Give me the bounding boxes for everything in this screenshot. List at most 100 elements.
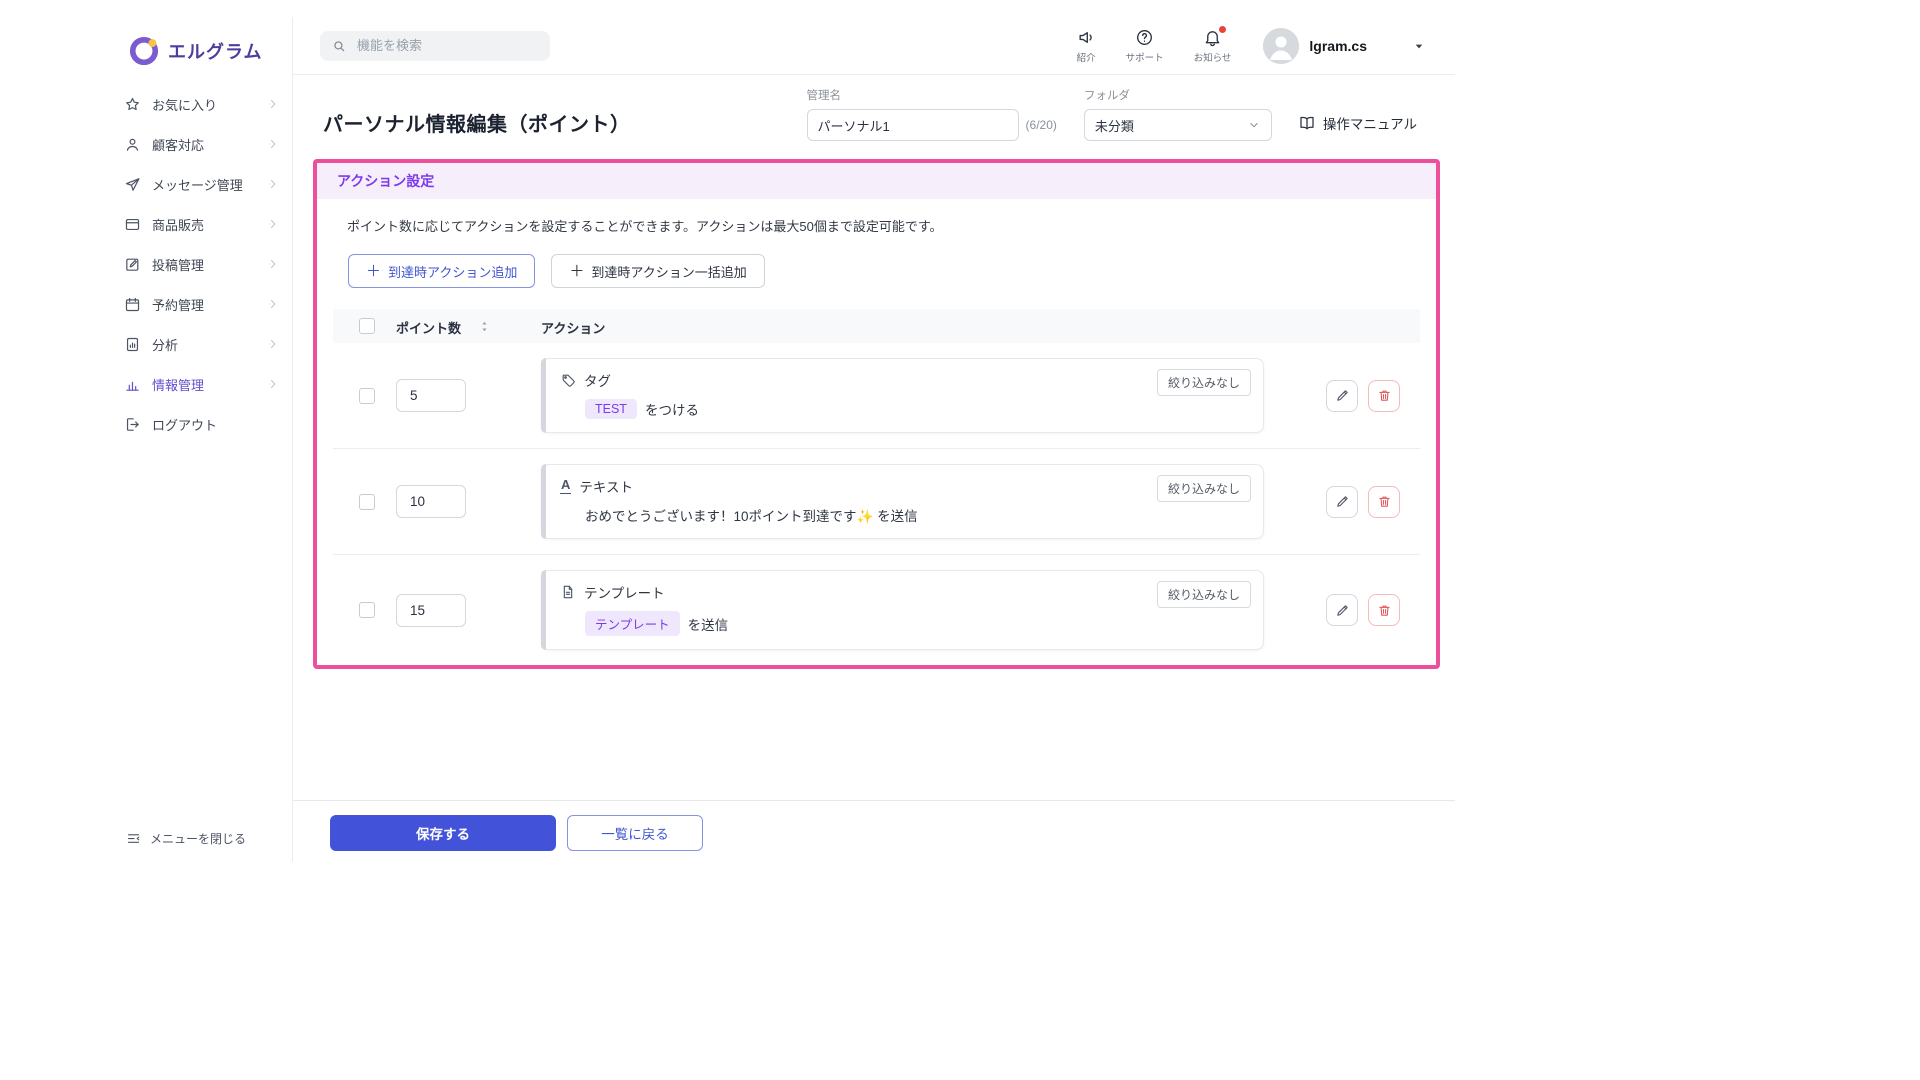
sidebar-item-reservations[interactable]: 予約管理 — [105, 284, 292, 324]
point-input[interactable] — [396, 594, 466, 627]
sidebar-item-favorites[interactable]: お気に入り — [105, 84, 292, 124]
calendar-icon — [124, 296, 141, 313]
notifications-label: お知らせ — [1194, 50, 1232, 64]
table-header: ポイント数 アクション — [333, 309, 1420, 343]
action-card-header: テンプレート 絞り込みなし — [560, 582, 1143, 602]
chevron-right-icon — [266, 217, 280, 231]
manual-link[interactable]: 操作マニュアル — [1298, 113, 1417, 133]
account-name: lgram.cs — [1309, 38, 1367, 54]
point-input[interactable] — [396, 379, 466, 412]
footer-bar: 保存する 一覧に戻る — [293, 800, 1455, 862]
row-actions — [1326, 594, 1400, 626]
edit-button[interactable] — [1326, 594, 1358, 626]
admin-name-field: 管理名 — [807, 87, 1019, 141]
app-window: エルグラム お気に入り 顧客対応 メッセージ管理 商品販売 投稿管理 — [105, 17, 1455, 862]
pencil-icon — [1335, 494, 1350, 509]
trash-icon — [1377, 388, 1392, 403]
admin-name-input[interactable] — [807, 109, 1019, 141]
plus-icon: ＋ — [569, 264, 584, 279]
search-box[interactable] — [320, 31, 550, 61]
main-area: 紹介 サポート お知らせ lgram.cs パーソナル情報編集（ポイント） — [293, 17, 1455, 862]
chevron-right-icon — [266, 137, 280, 151]
sidebar-item-messages[interactable]: メッセージ管理 — [105, 164, 292, 204]
delete-button[interactable] — [1368, 594, 1400, 626]
action-card-body: テンプレート を送信 — [585, 611, 1143, 636]
sidebar-item-sales[interactable]: 商品販売 — [105, 204, 292, 244]
sidebar-item-information[interactable]: 情報管理 — [105, 364, 292, 404]
action-suffix: を送信 — [688, 614, 729, 634]
add-action-label: 到達時アクション追加 — [388, 262, 517, 281]
support-button[interactable]: サポート — [1126, 28, 1164, 64]
point-input[interactable] — [396, 485, 466, 518]
action-card: タグ 絞り込みなし TEST をつける — [541, 358, 1264, 433]
page-title: パーソナル情報編集（ポイント） — [323, 108, 631, 141]
bell-icon — [1203, 28, 1222, 47]
action-type: タグ — [584, 370, 611, 390]
chevron-right-icon — [266, 177, 280, 191]
chevron-right-icon — [266, 337, 280, 351]
action-settings-panel: アクション設定 ポイント数に応じてアクションを設定することができます。アクション… — [313, 159, 1440, 669]
card-icon — [124, 216, 141, 233]
back-to-list-button[interactable]: 一覧に戻る — [567, 815, 703, 851]
add-action-button[interactable]: ＋ 到達時アクション追加 — [348, 254, 535, 288]
chevron-right-icon — [266, 97, 280, 111]
sort-icon[interactable] — [477, 319, 492, 334]
support-label: サポート — [1126, 50, 1164, 64]
folder-selected-value: 未分類 — [1095, 116, 1134, 135]
page-header-right: 管理名 (6/20) フォルダ 未分類 操作マニュアル — [807, 87, 1417, 141]
sidebar-item-label: 投稿管理 — [152, 255, 204, 274]
tag-chip: TEST — [585, 399, 637, 419]
file-icon — [560, 584, 576, 600]
admin-name-label: 管理名 — [807, 87, 1019, 103]
point-column-header: ポイント数 — [396, 318, 461, 337]
edit-button[interactable] — [1326, 486, 1358, 518]
close-menu-button[interactable]: メニューを閉じる — [105, 830, 292, 862]
edit-button[interactable] — [1326, 380, 1358, 412]
avatar[interactable] — [1263, 28, 1299, 64]
search-input[interactable] — [355, 37, 538, 54]
page-header: パーソナル情報編集（ポイント） 管理名 (6/20) フォルダ 未分類 操作マニ… — [293, 75, 1455, 157]
tag-icon — [560, 372, 576, 388]
template-chip: テンプレート — [585, 611, 680, 636]
save-button[interactable]: 保存する — [330, 815, 556, 851]
panel-description: ポイント数に応じてアクションを設定することができます。アクションは最大50個まで… — [347, 216, 1436, 235]
action-card: A テキスト 絞り込みなし おめでとうございます！10ポイント到達です✨ を送信 — [541, 464, 1264, 539]
action-text: おめでとうございます！10ポイント到達です✨ を送信 — [585, 505, 918, 525]
action-card: テンプレート 絞り込みなし テンプレート を送信 — [541, 570, 1264, 650]
delete-button[interactable] — [1368, 486, 1400, 518]
caret-down-icon[interactable] — [1411, 38, 1427, 54]
folder-select[interactable]: 未分類 — [1084, 109, 1272, 141]
sidebar-item-analytics[interactable]: 分析 — [105, 324, 292, 364]
brand-logo[interactable]: エルグラム — [105, 17, 292, 84]
bulk-add-action-button[interactable]: ＋ 到達時アクション一括追加 — [551, 254, 764, 288]
sidebar-item-label: メッセージ管理 — [152, 175, 243, 194]
notifications-button[interactable]: お知らせ — [1194, 28, 1232, 64]
row-actions — [1326, 486, 1400, 518]
folder-label: フォルダ — [1084, 87, 1272, 103]
intro-button[interactable]: 紹介 — [1077, 28, 1096, 64]
sidebar-item-label: 顧客対応 — [152, 135, 204, 154]
logout-icon — [124, 416, 141, 433]
table-row: タグ 絞り込みなし TEST をつける — [333, 343, 1420, 449]
action-suffix: をつける — [645, 399, 699, 419]
sidebar-item-label: 予約管理 — [152, 295, 204, 314]
intro-label: 紹介 — [1077, 50, 1096, 64]
collapse-menu-icon — [126, 831, 141, 846]
chevron-right-icon — [266, 257, 280, 271]
action-card-header: タグ 絞り込みなし — [560, 370, 1143, 390]
row-checkbox[interactable] — [359, 388, 375, 404]
row-checkbox[interactable] — [359, 494, 375, 510]
sidebar-item-logout[interactable]: ログアウト — [105, 404, 292, 444]
select-all-checkbox[interactable] — [359, 318, 375, 334]
text-icon: A — [560, 478, 571, 494]
row-checkbox[interactable] — [359, 602, 375, 618]
delete-button[interactable] — [1368, 380, 1400, 412]
sidebar: エルグラム お気に入り 顧客対応 メッセージ管理 商品販売 投稿管理 — [105, 17, 293, 862]
sidebar-item-posts[interactable]: 投稿管理 — [105, 244, 292, 284]
topbar-right: 紹介 サポート お知らせ lgram.cs — [1047, 28, 1435, 64]
edit-square-icon — [124, 256, 141, 273]
sidebar-item-customers[interactable]: 顧客対応 — [105, 124, 292, 164]
action-column-header: アクション — [541, 318, 605, 337]
row-actions — [1326, 380, 1400, 412]
bar-chart-icon — [124, 376, 141, 393]
